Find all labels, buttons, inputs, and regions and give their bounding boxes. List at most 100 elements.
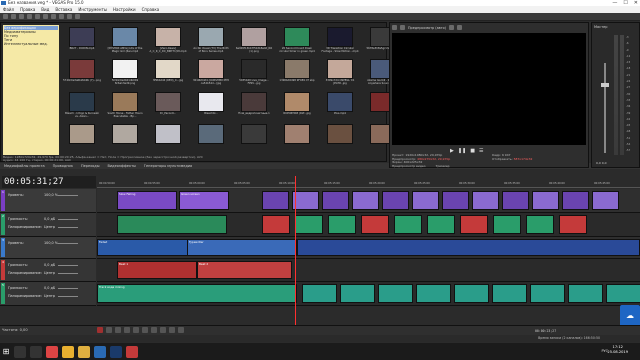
master-fader[interactable] [601, 83, 609, 87]
track-param-slider[interactable] [58, 195, 78, 196]
preview-quality-select[interactable]: Предпросмотр (авто) [408, 26, 446, 30]
menu-insert[interactable]: Вставка [55, 6, 72, 13]
open-icon[interactable] [11, 14, 16, 19]
media-item[interactable]: 5035b20 Live_Image... FPS5...jpg [235, 59, 273, 88]
media-item[interactable]: 3f96b2d4 (RED)_C...jpg [149, 59, 187, 88]
track-param-value[interactable]: 100,0 % [44, 193, 58, 197]
media-item[interactable]: Dr_Pacon9... [149, 91, 187, 121]
video-clip[interactable] [502, 191, 529, 210]
media-item[interactable] [321, 123, 359, 153]
track-pan-value[interactable]: Центр [44, 294, 55, 298]
windows-start-icon[interactable]: ⊞ [0, 343, 12, 360]
onedrive-notification-icon[interactable]: ☁ [620, 305, 640, 327]
tab-transitions[interactable]: Переходы [81, 163, 100, 169]
media-item[interactable]: 3309x7d4 CNPEGL tr1 JPGTD..jpg [321, 59, 359, 88]
tab-project-media[interactable]: Медиафайлы проекта [4, 163, 45, 169]
properties-icon[interactable] [35, 14, 40, 19]
video-clip[interactable]: Typewriter [187, 239, 297, 256]
tab-video-preview[interactable]: Предпросмотр видео [392, 164, 426, 169]
audio-clip[interactable] [394, 215, 422, 234]
prev-frame-button[interactable] [169, 327, 175, 333]
audio-clip[interactable] [262, 215, 290, 234]
track-header-5[interactable]: 5 Громкость: 0,0 дБ Панорамирование: Центр [0, 282, 96, 306]
media-item[interactable]: BR27 - DODIN.mp4 [63, 27, 101, 56]
paste-icon[interactable] [59, 14, 64, 19]
overlay-icon[interactable] [449, 25, 455, 30]
audio-clip[interactable] [117, 215, 227, 234]
track-header-1[interactable]: 1 Уровень: 100,0 % [0, 189, 96, 213]
render-icon[interactable] [27, 14, 32, 19]
playhead[interactable] [295, 176, 296, 325]
browser-icon[interactable] [46, 345, 58, 358]
media-item[interactable]: [Zero-Raws] A_C_R_C_DX_BIRTH (08.mp4 [149, 27, 187, 56]
track-lane-3[interactable]: Faded Typewriter [97, 237, 640, 259]
snapshot-icon[interactable] [457, 25, 463, 30]
audio-clip[interactable] [606, 284, 640, 303]
media-item[interactable]: Bleach - Ichigo & Kurosaki vs. Aizen... [63, 91, 101, 121]
media-item[interactable]: 5C94c9edb01db0b9 8c6a13ed9.png [106, 59, 144, 88]
search-icon[interactable] [14, 345, 26, 358]
media-item[interactable] [278, 123, 316, 153]
go-to-start-button[interactable] [151, 327, 157, 333]
task-view-icon[interactable] [30, 345, 42, 358]
track-param-slider[interactable] [58, 265, 78, 266]
track-pan-value[interactable]: Центр [44, 225, 55, 229]
video-clip[interactable] [352, 191, 379, 210]
media-item[interactable]: Plus.mp4 [321, 91, 359, 121]
play-from-start-button[interactable] [115, 327, 121, 333]
track-pan-slider[interactable] [58, 296, 78, 297]
menu-help[interactable]: Справка [142, 6, 160, 13]
audio-clip[interactable] [493, 215, 521, 234]
track-lane-4[interactable]: Beat 1 Beat 2 [97, 259, 640, 282]
next-frame-button[interactable] [178, 327, 184, 333]
media-item[interactable]: 3D Transition Circular Footage - Slow Mo… [321, 27, 359, 56]
track-lane-5[interactable]: Track вода mixing [97, 282, 640, 306]
rate-value[interactable]: 0,00 [20, 328, 28, 332]
save-icon[interactable] [19, 14, 24, 19]
video-clip[interactable] [472, 191, 499, 210]
cut-icon[interactable] [43, 14, 48, 19]
audio-clip[interactable]: Beat 1 [117, 261, 197, 279]
audio-clip[interactable] [492, 284, 527, 303]
media-item[interactable]: South Horse - Father Hours Executable - … [106, 91, 144, 121]
audio-clip[interactable] [378, 284, 413, 303]
track-param-slider[interactable] [58, 219, 78, 220]
track-param-slider[interactable] [58, 288, 78, 289]
media-item[interactable]: 3019b8dd4 (CORSHM0 MY0 ce52b54d...)jpg [192, 59, 230, 88]
media-item[interactable]: 6e9b5f13bb7f5b3b8e9d_RR (1).png [235, 27, 273, 56]
media-item[interactable]: RUPORTIN3 (RLT...jpg [278, 91, 316, 121]
tab-media-generators[interactable]: Генераторы мультимедиа [144, 163, 192, 169]
audio-clip[interactable] [427, 215, 455, 234]
video-clip[interactable] [442, 191, 469, 210]
media-player-icon[interactable] [126, 345, 138, 358]
stop-button[interactable] [142, 327, 148, 333]
folder-icon[interactable] [78, 345, 90, 358]
media-item[interactable] [106, 123, 144, 153]
video-clip[interactable] [562, 191, 589, 210]
audio-clip[interactable] [568, 284, 603, 303]
track-param-value[interactable]: 0,0 дБ [44, 263, 55, 267]
track-lane-2[interactable] [97, 213, 640, 237]
audio-clip[interactable] [328, 215, 356, 234]
audio-clip[interactable] [302, 284, 337, 303]
preview-settings-icon[interactable] [392, 25, 397, 30]
video-clip[interactable]: Green screen [179, 191, 229, 210]
menu-tools[interactable]: Инструменты [78, 6, 107, 13]
menu-view[interactable]: Вид [41, 6, 49, 13]
media-item[interactable]: Bleachbl... [192, 91, 230, 121]
media-item[interactable]: 5749c0e3a6b2bb9b (7)...png [63, 59, 101, 88]
track-pan-value[interactable]: Центр [44, 271, 55, 275]
video-clip[interactable] [292, 191, 319, 210]
vegas-icon[interactable] [94, 345, 106, 358]
track-lane-1[interactable]: Slow Falling Green screen [97, 189, 640, 213]
audio-clip[interactable] [295, 215, 323, 234]
media-item[interactable]: An No Visual (TV) The Birth of Boru Seri… [192, 27, 230, 56]
video-clip[interactable] [322, 191, 349, 210]
redo-icon[interactable] [75, 14, 80, 19]
new-project-icon[interactable] [3, 14, 8, 19]
video-clip[interactable] [412, 191, 439, 210]
timeline-ruler[interactable]: 00:04:50:00 00:04:55:00 00:05:00:00 00:05:0… [97, 176, 640, 188]
pause-button[interactable] [133, 327, 139, 333]
copy-icon[interactable] [51, 14, 56, 19]
tab-trimmer[interactable]: Триммер [436, 164, 450, 169]
